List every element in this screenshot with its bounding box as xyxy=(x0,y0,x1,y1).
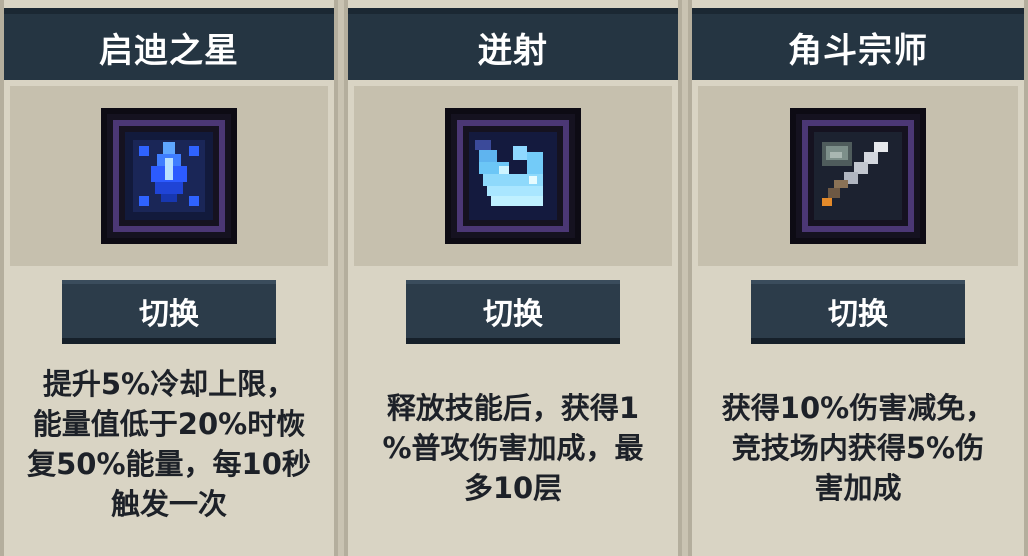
switch-label: 切换 xyxy=(139,297,199,332)
gladiator-sword-icon xyxy=(790,108,926,244)
card-header: 迸射 xyxy=(348,8,678,80)
icon-panel xyxy=(354,86,672,266)
talent-card-1: 启迪之星 切换 提升5%冷却上限， 能量值低于20%时恢 复50%能量，每10秒… xyxy=(0,0,338,556)
switch-button[interactable]: 切换 xyxy=(62,280,276,344)
card-header: 角斗宗师 xyxy=(692,8,1024,80)
card-title: 角斗宗师 xyxy=(788,30,928,71)
description-line: 能量值低于20%时恢 xyxy=(32,407,306,441)
icon-panel xyxy=(10,86,328,266)
talent-description: 获得10%伤害减免， 竞技场内获得5%伤 害加成 xyxy=(700,388,1016,508)
talent-card-2: 迸射 切换 释放技能后，获得1 %普攻伤害加成，最 多10层 xyxy=(344,0,682,556)
icon-panel xyxy=(698,86,1018,266)
switch-label: 切换 xyxy=(828,297,888,332)
description-line: 获得10%伤害减免， xyxy=(721,391,995,425)
ice-burst-icon xyxy=(445,108,581,244)
card-title: 迸射 xyxy=(478,30,548,71)
switch-button[interactable]: 切换 xyxy=(751,280,965,344)
switch-label: 切换 xyxy=(483,297,543,332)
talent-description: 提升5%冷却上限， 能量值低于20%时恢 复50%能量，每10秒 触发一次 xyxy=(12,364,326,524)
card-title: 启迪之星 xyxy=(99,30,239,71)
description-line: 害加成 xyxy=(814,471,902,505)
description-line: 释放技能后，获得1 xyxy=(386,391,640,425)
switch-button[interactable]: 切换 xyxy=(406,280,620,344)
description-line: %普攻伤害加成，最 xyxy=(382,431,644,465)
description-line: 触发一次 xyxy=(110,487,227,521)
description-line: 复50%能量，每10秒 xyxy=(27,447,311,481)
description-line: 多10层 xyxy=(463,471,563,505)
blue-star-crystal-icon xyxy=(101,108,237,244)
description-line: 竞技场内获得5%伤 xyxy=(731,431,985,465)
description-line: 提升5%冷却上限， xyxy=(42,367,296,401)
talent-card-3: 角斗宗师 切换 获得10%伤害减免， 竞技场内获得5%伤 害加成 xyxy=(688,0,1028,556)
talent-description: 释放技能后，获得1 %普攻伤害加成，最 多10层 xyxy=(356,388,670,508)
card-header: 启迪之星 xyxy=(4,8,334,80)
